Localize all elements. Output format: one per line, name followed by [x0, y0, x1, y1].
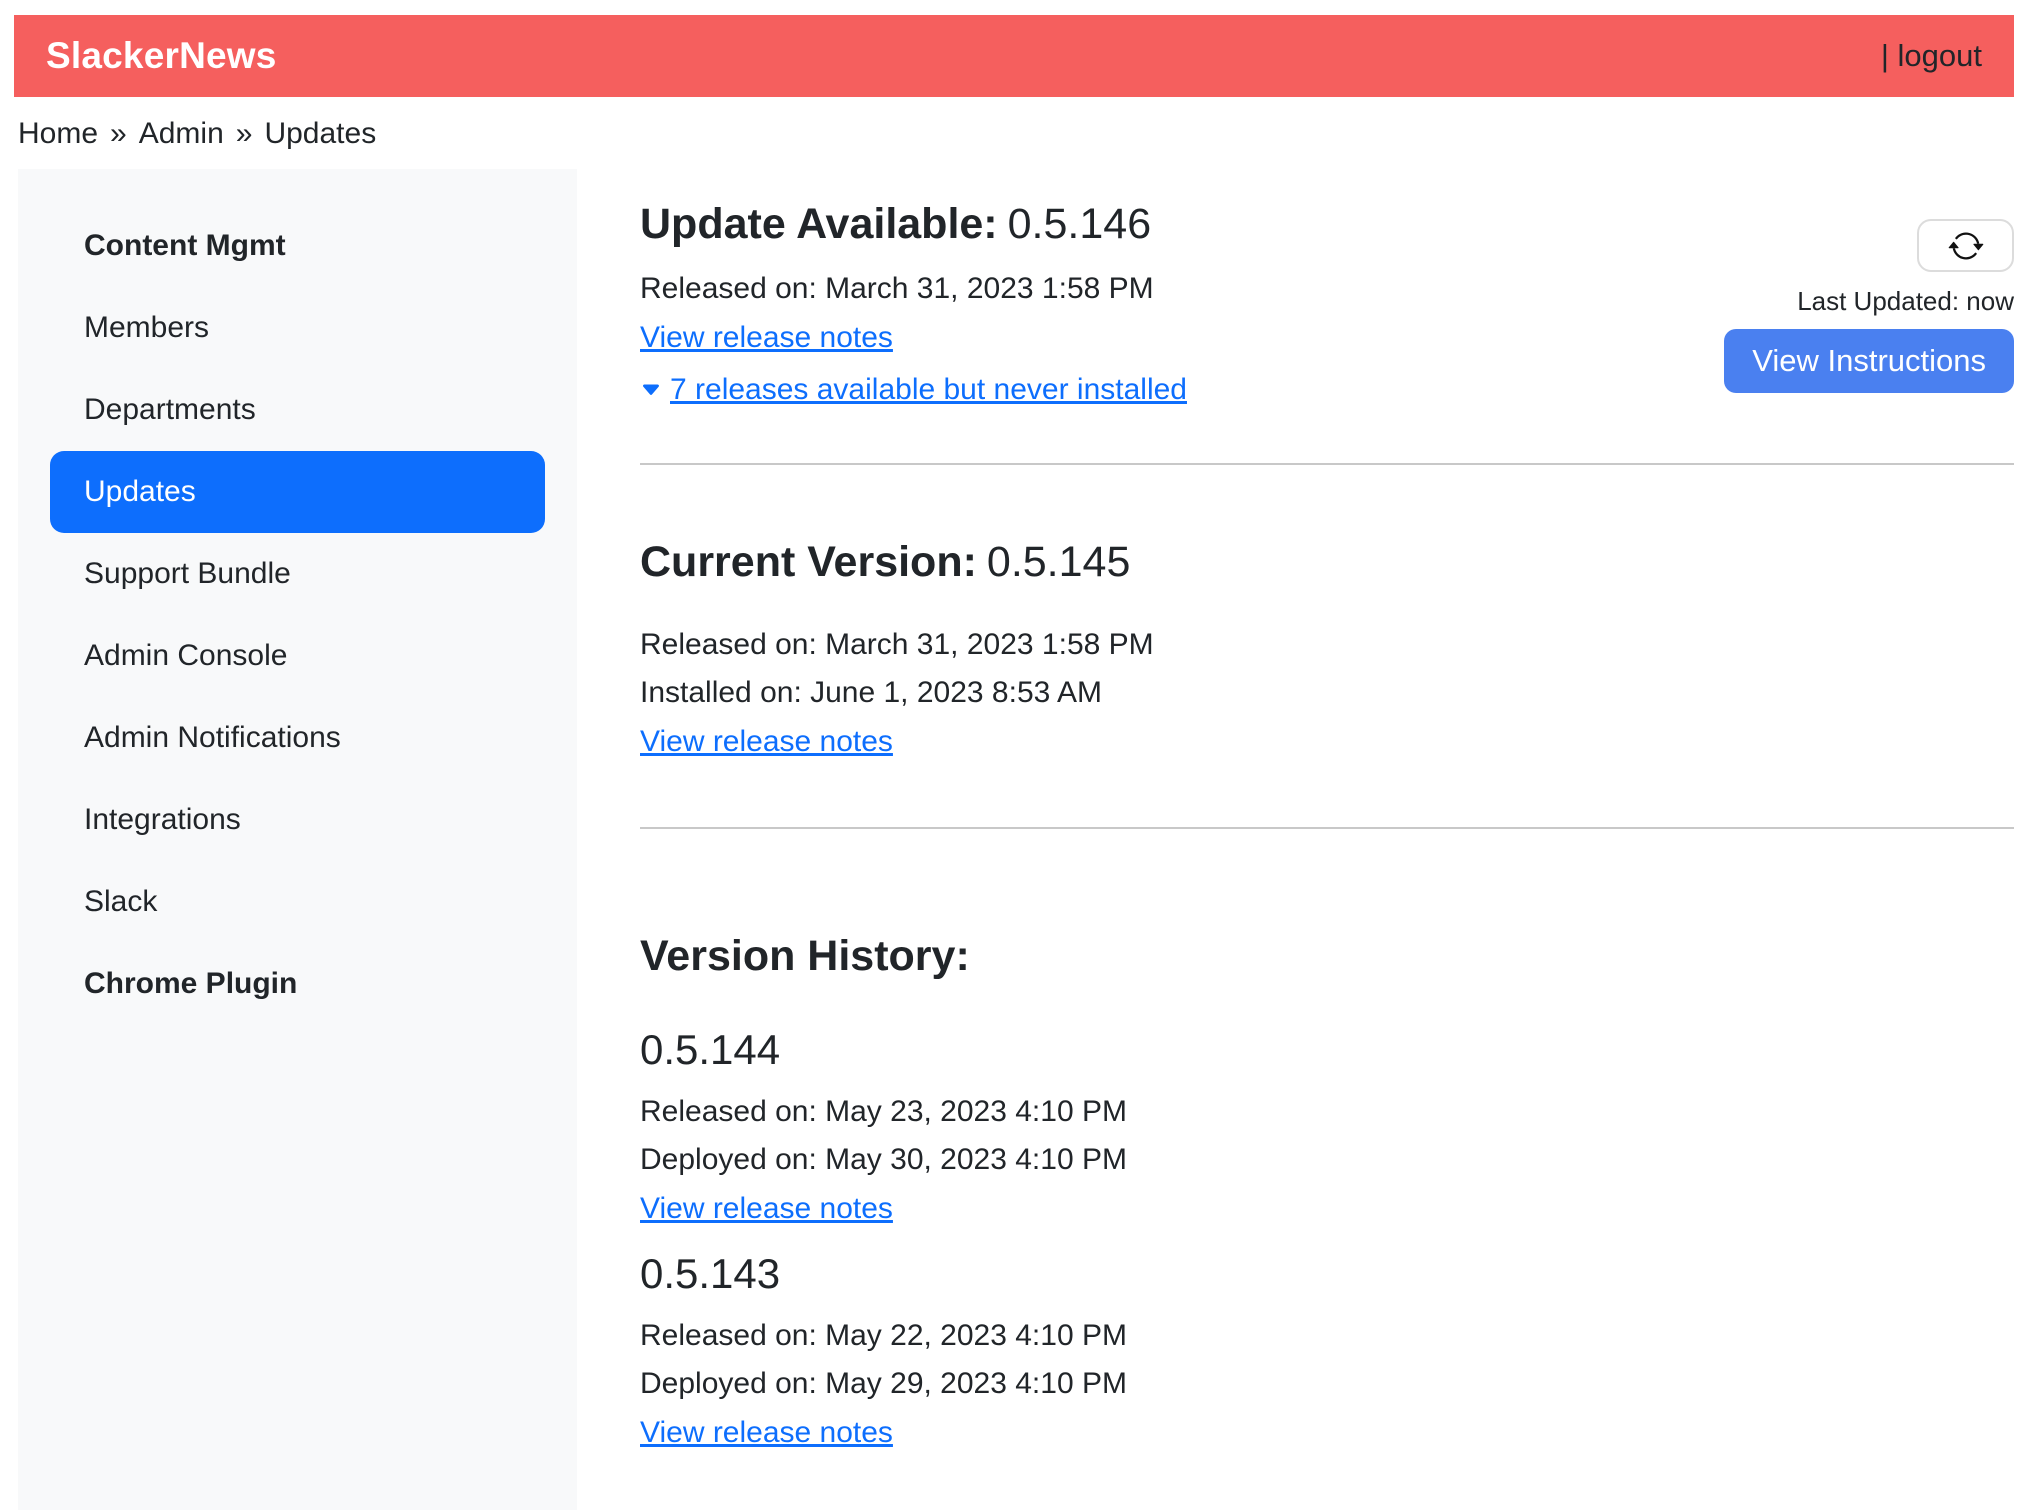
history-entry: 0.5.144 Released on: May 23, 2023 4:10 P… — [640, 1026, 2014, 1226]
sidebar-item-updates[interactable]: Updates — [50, 451, 545, 533]
current-version-section: Current Version:0.5.145 Released on: Mar… — [640, 539, 2014, 758]
history-released-on: Released on: May 22, 2023 4:10 PM — [640, 1318, 2014, 1354]
history-deployed-on: Deployed on: May 29, 2023 4:10 PM — [640, 1366, 2014, 1402]
update-available-heading: Update Available:0.5.146 — [640, 201, 1187, 248]
breadcrumb-home[interactable]: Home — [18, 117, 98, 151]
sidebar-item-integrations[interactable]: Integrations — [50, 779, 545, 861]
current-released-on: Released on: March 31, 2023 1:58 PM — [640, 627, 2014, 663]
update-available-label: Update Available: — [640, 200, 998, 248]
breadcrumb-admin[interactable]: Admin — [139, 117, 224, 151]
section-divider — [640, 463, 2014, 465]
update-actions: Last Updated: now View Instructions — [1724, 201, 2014, 393]
history-entry: 0.5.143 Released on: May 22, 2023 4:10 P… — [640, 1250, 2014, 1450]
history-released-on: Released on: May 23, 2023 4:10 PM — [640, 1094, 2014, 1130]
current-version-label: Current Version: — [640, 538, 977, 586]
breadcrumb-separator: » — [110, 117, 127, 151]
sidebar-item-support-bundle[interactable]: Support Bundle — [50, 533, 545, 615]
version-history-section: Version History: 0.5.144 Released on: Ma… — [640, 933, 2014, 1451]
history-deployed-on: Deployed on: May 30, 2023 4:10 PM — [640, 1142, 2014, 1178]
history-release-notes-link[interactable]: View release notes — [640, 1416, 893, 1450]
app-title: SlackerNews — [46, 35, 277, 77]
sidebar-item-departments[interactable]: Departments — [50, 369, 545, 451]
caret-down-icon — [640, 379, 662, 401]
view-instructions-button[interactable]: View Instructions — [1724, 329, 2014, 393]
body-row: Content Mgmt Members Departments Updates… — [14, 169, 2014, 1510]
update-available-info: Update Available:0.5.146 Released on: Ma… — [640, 201, 1187, 407]
breadcrumb-separator: » — [236, 117, 253, 151]
refresh-button[interactable] — [1917, 219, 2014, 272]
current-version-heading: Current Version:0.5.145 — [640, 539, 2014, 586]
history-release-notes-link[interactable]: View release notes — [640, 1192, 893, 1226]
breadcrumb-updates: Updates — [264, 117, 376, 151]
history-version: 0.5.143 — [640, 1250, 2014, 1298]
current-version-number: 0.5.145 — [987, 538, 1130, 586]
update-available-section: Update Available:0.5.146 Released on: Ma… — [640, 201, 2014, 407]
logout-link[interactable]: | logout — [1881, 38, 1982, 74]
section-divider — [640, 827, 2014, 829]
sidebar-item-chrome-plugin[interactable]: Chrome Plugin — [50, 943, 545, 1025]
updates-main: Update Available:0.5.146 Released on: Ma… — [640, 169, 2014, 1510]
sidebar-item-slack[interactable]: Slack — [50, 861, 545, 943]
sidebar-item-members[interactable]: Members — [50, 287, 545, 369]
sidebar-nav: Content Mgmt Members Departments Updates… — [18, 205, 577, 1025]
releases-toggle-label: 7 releases available but never installed — [670, 373, 1187, 407]
releases-toggle[interactable]: 7 releases available but never installed — [640, 373, 1187, 407]
admin-sidebar: Content Mgmt Members Departments Updates… — [18, 169, 577, 1510]
last-updated-text: Last Updated: now — [1797, 286, 2014, 317]
history-version: 0.5.144 — [640, 1026, 2014, 1074]
current-release-notes-link[interactable]: View release notes — [640, 725, 893, 759]
app-header: SlackerNews | logout — [14, 15, 2014, 97]
update-available-version: 0.5.146 — [1008, 200, 1151, 248]
version-history-heading: Version History: — [640, 933, 2014, 980]
page: SlackerNews | logout Home » Admin » Upda… — [0, 0, 2028, 1510]
sidebar-item-content-mgmt[interactable]: Content Mgmt — [50, 205, 545, 287]
arrow-repeat-icon — [1948, 228, 1984, 264]
update-release-notes-link[interactable]: View release notes — [640, 321, 893, 355]
sidebar-item-admin-console[interactable]: Admin Console — [50, 615, 545, 697]
sidebar-item-admin-notifications[interactable]: Admin Notifications — [50, 697, 545, 779]
breadcrumb: Home » Admin » Updates — [18, 117, 2014, 151]
current-installed-on: Installed on: June 1, 2023 8:53 AM — [640, 675, 2014, 711]
update-released-on: Released on: March 31, 2023 1:58 PM — [640, 271, 1187, 307]
